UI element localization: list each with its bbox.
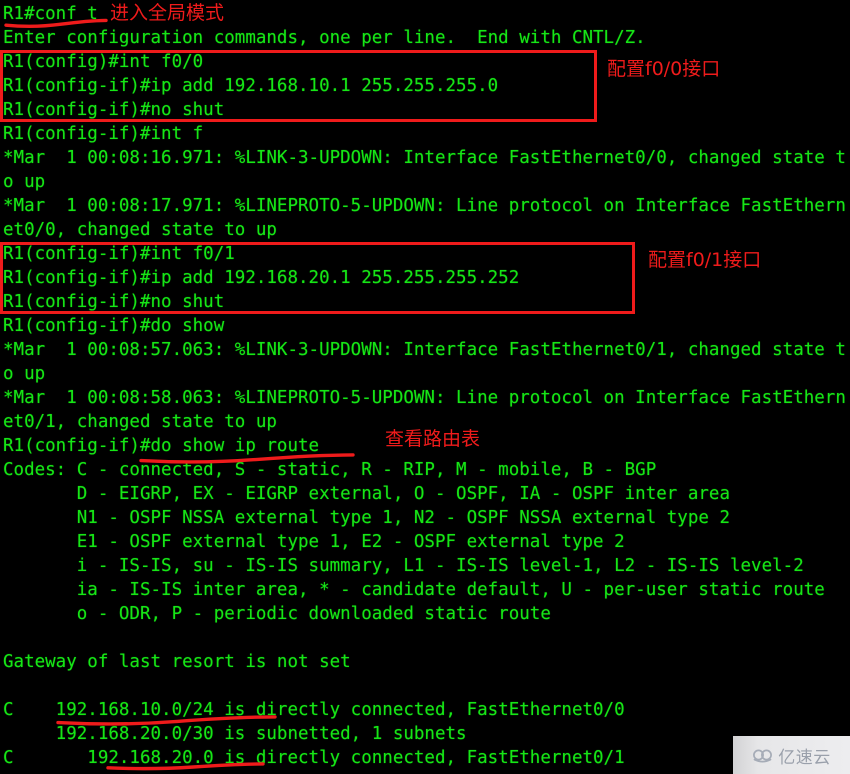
terminal-line: Gateway of last resort is not set <box>3 652 351 672</box>
terminal-line: R1(config-if)#int f <box>3 124 204 144</box>
terminal-line: N1 - OSPF NSSA external type 1, N2 - OSP… <box>3 508 730 528</box>
terminal-line: C 192.168.20.0 is directly connected, Fa… <box>3 748 625 768</box>
terminal-line: R1(config-if)#int f0/1 <box>3 244 235 264</box>
terminal-line: R1#conf t <box>3 4 98 24</box>
terminal-line: o - ODR, P - periodic downloaded static … <box>3 604 551 624</box>
terminal-line: R1(config)#int f0/0 <box>3 52 204 72</box>
terminal-line: R1(config-if)#do show <box>3 316 225 336</box>
terminal-line: E1 - OSPF external type 1, E2 - OSPF ext… <box>3 532 625 552</box>
terminal-line: D - EIGRP, EX - EIGRP external, O - OSPF… <box>3 484 730 504</box>
terminal-line: Codes: C - connected, S - static, R - RI… <box>3 460 657 480</box>
terminal-line: R1(config-if)#ip add 192.168.20.1 255.25… <box>3 268 520 288</box>
annotation-note: 进入全局模式 <box>110 2 225 24</box>
terminal-line: R1(config-if)#no shut <box>3 292 225 312</box>
annotation-note: 查看路由表 <box>385 428 481 450</box>
terminal-line: R1(config-if)#ip add 192.168.10.1 255.25… <box>3 76 499 96</box>
terminal-line: *Mar 1 00:08:17.971: %LINEPROTO-5-UPDOWN… <box>3 196 846 216</box>
watermark-text: 亿速云 <box>778 747 831 768</box>
terminal-line: o up <box>3 364 46 384</box>
watermark: 亿速云 <box>733 736 850 774</box>
terminal-line: et0/0, changed state to up <box>3 220 277 240</box>
terminal-line: i - IS-IS, su - IS-IS summary, L1 - IS-I… <box>3 556 804 576</box>
annotation-note: 配置f0/0接口 <box>607 58 721 80</box>
terminal-line: ia - IS-IS inter area, * - candidate def… <box>3 580 825 600</box>
terminal-line: 192.168.20.0/30 is subnetted, 1 subnets <box>3 724 467 744</box>
terminal-line: Enter configuration commands, one per li… <box>3 28 646 48</box>
terminal-line: C 192.168.10.0/24 is directly connected,… <box>3 700 625 720</box>
terminal-line: R1(config-if)#no shut <box>3 100 225 120</box>
annotation-note: 配置f0/1接口 <box>648 249 762 271</box>
terminal-line: R1(config-if)#do show ip route <box>3 436 320 456</box>
terminal-line: *Mar 1 00:08:57.063: %LINK-3-UPDOWN: Int… <box>3 340 846 360</box>
terminal-line: *Mar 1 00:08:58.063: %LINEPROTO-5-UPDOWN… <box>3 388 846 408</box>
terminal-line: *Mar 1 00:08:16.971: %LINK-3-UPDOWN: Int… <box>3 148 846 168</box>
cloud-icon <box>753 749 773 763</box>
terminal-line: et0/1, changed state to up <box>3 412 277 432</box>
terminal-line: o up <box>3 172 46 192</box>
terminal-screen[interactable]: R1#conf t Enter configuration commands, o… <box>0 0 850 774</box>
